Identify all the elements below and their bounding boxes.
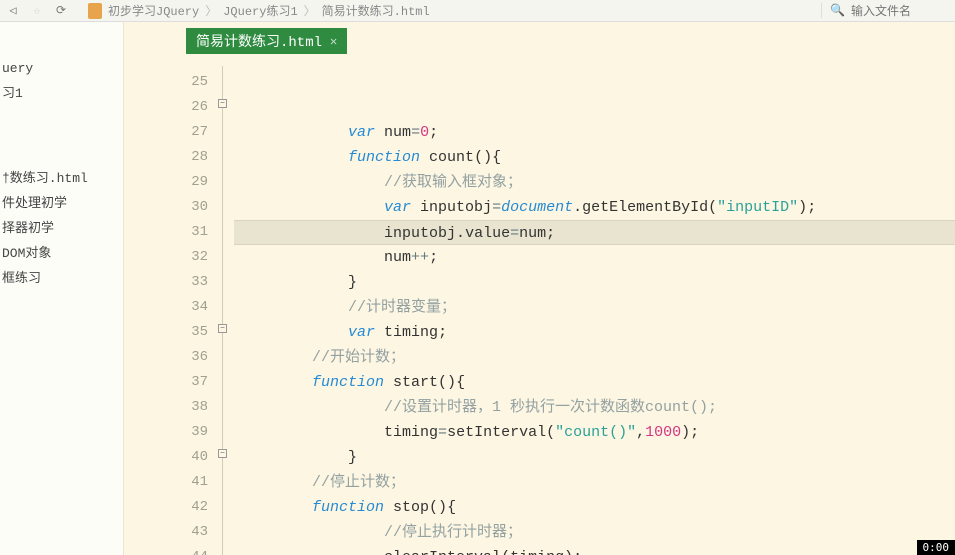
tab-close-icon[interactable]: ✕	[330, 34, 337, 49]
line-number: 27	[124, 120, 208, 145]
code-line[interactable]: inputobj.value=num;	[234, 220, 955, 245]
sidebar-item[interactable]: 件处理初学	[0, 189, 123, 214]
line-number: 44	[124, 545, 208, 555]
breadcrumb-item[interactable]: 初步学习JQuery	[108, 2, 199, 19]
breadcrumb-item[interactable]: 简易计数练习.html	[322, 2, 430, 19]
tab-label: 简易计数练习.html	[196, 31, 322, 51]
line-number: 37	[124, 370, 208, 395]
line-number: 30	[124, 195, 208, 220]
breadcrumb: 初步学习JQuery 〉 JQuery练习1 〉 简易计数练习.html	[108, 2, 430, 19]
star-icon[interactable]: ☆	[28, 2, 46, 20]
line-number: 31	[124, 220, 208, 245]
line-number: 41	[124, 470, 208, 495]
fold-toggle[interactable]: −	[218, 99, 227, 108]
code-line[interactable]: //设置计时器，1 秒执行一次计数函数count();	[234, 395, 955, 420]
fold-column: − − −	[214, 66, 234, 555]
code-line[interactable]: }	[234, 270, 955, 295]
line-number: 32	[124, 245, 208, 270]
tab-active[interactable]: 简易计数练习.html ✕	[186, 28, 347, 54]
code-line[interactable]: //计时器变量；	[234, 295, 955, 320]
sidebar-item[interactable]: 习1	[0, 79, 123, 104]
time-badge: 0:00	[917, 540, 955, 555]
sidebar-item[interactable]: †数练习.html	[0, 164, 123, 189]
code-line[interactable]: function count(){	[234, 145, 955, 170]
code-line[interactable]: var inputobj=document.getElementById("in…	[234, 195, 955, 220]
line-number: 25	[124, 70, 208, 95]
sidebar: uery习1 †数练习.html件处理初学择器初学DOM对象框练习	[0, 22, 124, 555]
search-icon[interactable]: 🔍	[830, 3, 845, 18]
fold-toggle[interactable]: −	[218, 324, 227, 333]
search-input[interactable]	[851, 4, 951, 18]
sidebar-item[interactable]: 框练习	[0, 264, 123, 289]
sidebar-item[interactable]: 择器初学	[0, 214, 123, 239]
line-number: 26	[124, 95, 208, 120]
code-line[interactable]: }	[234, 445, 955, 470]
line-number: 39	[124, 420, 208, 445]
breadcrumb-item[interactable]: JQuery练习1	[223, 2, 297, 19]
line-number: 35	[124, 320, 208, 345]
line-number: 43	[124, 520, 208, 545]
line-number: 33	[124, 270, 208, 295]
sidebar-item[interactable]: DOM对象	[0, 239, 123, 264]
line-number: 34	[124, 295, 208, 320]
breadcrumb-sep: 〉	[205, 2, 217, 19]
sync-icon[interactable]: ⟳	[52, 2, 70, 20]
editor: 简易计数练习.html ✕ 25262728293031323334353637…	[124, 22, 955, 555]
top-toolbar: ◁ ☆ ⟳ 初步学习JQuery 〉 JQuery练习1 〉 简易计数练习.ht…	[0, 0, 955, 22]
line-number: 36	[124, 345, 208, 370]
code-line[interactable]: //停止执行计时器；	[234, 520, 955, 545]
code-line[interactable]: var timing;	[234, 320, 955, 345]
code-line[interactable]: //获取输入框对象；	[234, 170, 955, 195]
code-line[interactable]: //开始计数；	[234, 345, 955, 370]
code-line[interactable]: timing=setInterval("count()",1000);	[234, 420, 955, 445]
breadcrumb-sep: 〉	[304, 2, 316, 19]
code-content[interactable]: var num=0; function count(){ //获取输入框对象； …	[234, 66, 955, 555]
line-number: 38	[124, 395, 208, 420]
sidebar-item[interactable]: uery	[0, 58, 123, 79]
gutter: 2526272829303132333435363738394041424344	[124, 66, 214, 555]
code-line[interactable]: num++;	[234, 245, 955, 270]
code-line[interactable]: function start(){	[234, 370, 955, 395]
line-number: 29	[124, 170, 208, 195]
line-number: 40	[124, 445, 208, 470]
search-box: 🔍	[821, 3, 951, 18]
code-line[interactable]: clearInterval(timing);	[234, 545, 955, 555]
tabs: 简易计数练习.html ✕	[124, 22, 955, 52]
code-line[interactable]: function stop(){	[234, 495, 955, 520]
code-line[interactable]: var num=0;	[234, 120, 955, 145]
line-number: 28	[124, 145, 208, 170]
line-number: 42	[124, 495, 208, 520]
back-icon[interactable]: ◁	[4, 2, 22, 20]
code-line[interactable]: //停止计数；	[234, 470, 955, 495]
doc-icon	[88, 3, 102, 19]
fold-toggle[interactable]: −	[218, 449, 227, 458]
